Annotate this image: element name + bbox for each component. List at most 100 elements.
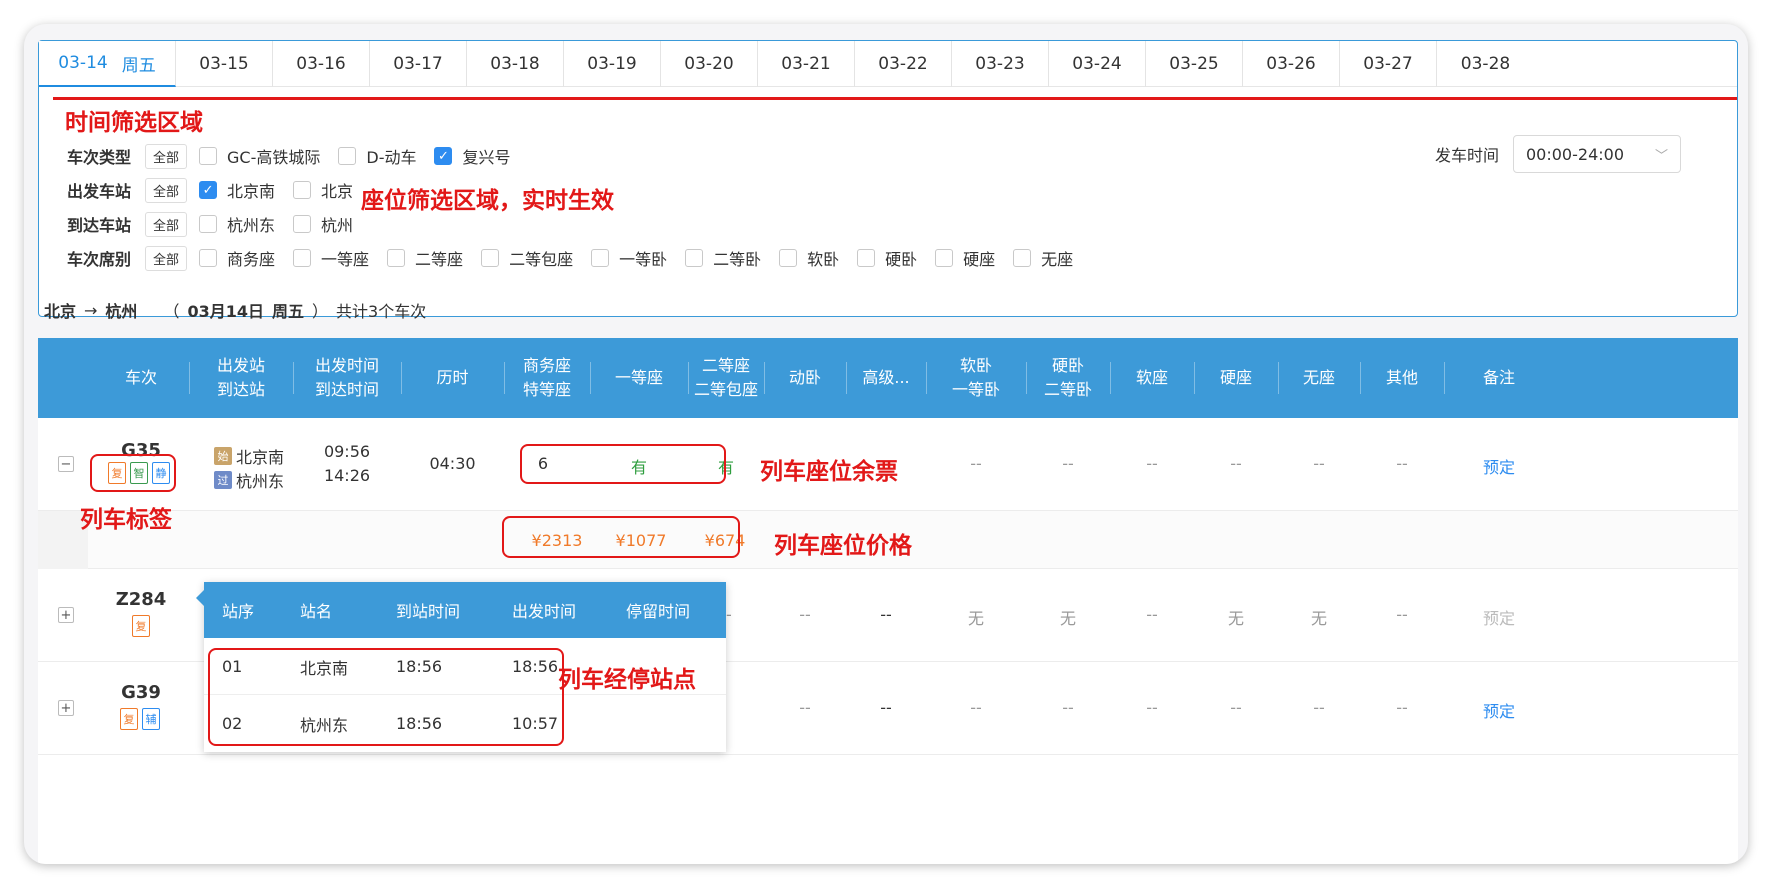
date-tab[interactable]: 03-15: [176, 41, 273, 87]
checkbox-checked[interactable]: ✓: [434, 147, 453, 165]
date-tab-active[interactable]: 03-14 周五: [39, 41, 176, 87]
checkbox[interactable]: [481, 249, 500, 267]
date-tab[interactable]: 03-20: [661, 41, 758, 87]
th-ruanzuo: 软座: [1135, 368, 1168, 387]
train-number[interactable]: Z284: [93, 589, 189, 610]
book-link[interactable]: 预定: [1444, 454, 1554, 478]
date-tab-date: 03-23: [975, 54, 1025, 74]
date-tab[interactable]: 03-16: [273, 41, 370, 87]
route-date-open: （: [163, 302, 180, 321]
th-ruanwo: 软卧 一等卧: [951, 356, 1000, 399]
annotation-stops: 列车经停站点: [558, 667, 696, 693]
collapse-toggle[interactable]: −: [58, 456, 74, 472]
date-tab[interactable]: 03-26: [1243, 41, 1340, 87]
date-tab[interactable]: 03-21: [758, 41, 855, 87]
date-tab-date: 03-16: [296, 54, 346, 74]
checkbox[interactable]: [591, 249, 610, 267]
route-total: 共计3个车次: [336, 302, 427, 321]
wuzuo: --: [1313, 698, 1325, 717]
train-number[interactable]: G39: [93, 682, 189, 703]
yingzuo: --: [1230, 698, 1242, 717]
checkbox-label: 硬卧: [885, 250, 918, 269]
ruanzuo: --: [1146, 454, 1158, 473]
th-yingzuo: 硬座: [1219, 368, 1252, 387]
checkbox[interactable]: [857, 249, 876, 267]
yingwo: 无: [1059, 609, 1076, 628]
train-badges: 复 辅: [118, 708, 162, 730]
route-weekday: 周五: [272, 302, 305, 321]
gaoji: --: [880, 605, 892, 624]
date-tab-weekday: 周五: [121, 55, 156, 76]
checkbox-label: 商务座: [227, 250, 276, 269]
checkbox[interactable]: [779, 249, 798, 267]
date-tab-date: 03-20: [684, 54, 734, 74]
annotation-box-price: [502, 516, 740, 558]
badge-fuxing: 复: [120, 708, 138, 730]
date-tab-date: 03-19: [587, 54, 637, 74]
dongwo: --: [799, 698, 811, 717]
date-tab-date: 03-21: [781, 54, 831, 74]
date-tab[interactable]: 03-24: [1049, 41, 1146, 87]
filter-label: 出发车站: [67, 182, 132, 201]
popup-th-stay: 停留时间: [626, 602, 691, 621]
checkbox-label: 复兴号: [462, 148, 511, 167]
badge-fuxing: 复: [132, 615, 150, 637]
filter-label: 车次席别: [67, 250, 132, 269]
checkbox[interactable]: [935, 249, 954, 267]
route-from: 北京: [44, 302, 77, 321]
checkbox[interactable]: [199, 147, 218, 165]
checkbox[interactable]: [293, 215, 312, 233]
duration: 04:30: [429, 454, 476, 473]
date-tab[interactable]: 03-25: [1146, 41, 1243, 87]
checkbox[interactable]: [293, 249, 312, 267]
checkbox-label: 杭州: [321, 216, 354, 235]
checkbox[interactable]: [293, 181, 312, 199]
all-button[interactable]: 全部: [145, 143, 188, 169]
date-tab[interactable]: 03-18: [467, 41, 564, 87]
from-station: 始 北京南: [214, 444, 284, 468]
checkbox[interactable]: [199, 215, 218, 233]
date-tab-date: 03-15: [199, 54, 249, 74]
date-tab[interactable]: 03-28: [1437, 41, 1534, 87]
book-link[interactable]: 预定: [1444, 698, 1554, 722]
annotation-box-stops: [208, 648, 564, 746]
all-button[interactable]: 全部: [145, 177, 188, 203]
checkbox[interactable]: [685, 249, 704, 267]
expand-toggle[interactable]: +: [58, 607, 74, 623]
filter-label: 车次类型: [67, 148, 132, 167]
depart-time-label: 发车时间: [1434, 146, 1499, 165]
date-tab[interactable]: 03-19: [564, 41, 661, 87]
date-tab[interactable]: 03-17: [370, 41, 467, 87]
date-tab[interactable]: 03-23: [952, 41, 1049, 87]
book-link-disabled[interactable]: 预定: [1444, 605, 1554, 629]
checkbox-label: 北京: [321, 182, 354, 201]
train-badges: 复: [130, 615, 152, 637]
checkbox-label: 二等座: [415, 250, 464, 269]
date-tab-date: 03-25: [1169, 54, 1219, 74]
popup-th-depart: 出发时间: [512, 602, 577, 621]
all-button[interactable]: 全部: [145, 245, 188, 271]
filter-row-from-station: 出发车站 全部 ✓ 北京南 北京: [67, 177, 371, 203]
checkbox[interactable]: [199, 249, 218, 267]
th-other: 其他: [1385, 368, 1418, 387]
filter-row-seat-class: 车次席别 全部 商务座 一等座 二等座 二等包座 一等卧 二等卧 软卧 硬卧 硬…: [67, 245, 1091, 271]
checkbox[interactable]: [1013, 249, 1032, 267]
date-tab[interactable]: 03-27: [1340, 41, 1437, 87]
checkbox-label: GC-高铁城际: [227, 148, 321, 167]
yingwo: --: [1062, 454, 1074, 473]
popup-arrow: [196, 590, 204, 606]
expand-toggle[interactable]: +: [58, 700, 74, 716]
gaoji: --: [880, 698, 892, 717]
annotation-underline: [53, 97, 1737, 100]
all-button[interactable]: 全部: [145, 211, 188, 237]
date-tab[interactable]: 03-22: [855, 41, 952, 87]
checkbox[interactable]: [387, 249, 406, 267]
th-dongwo: 动卧: [788, 368, 821, 387]
filter-row-train-type: 车次类型 全部 GC-高铁城际 D-动车 ✓ 复兴号: [67, 143, 529, 169]
date-tab-date: 03-26: [1266, 54, 1316, 74]
th-second: 二等座 二等包座: [693, 356, 758, 399]
date-tab-date: 03-27: [1363, 54, 1413, 74]
checkbox[interactable]: [338, 147, 357, 165]
depart-time-select[interactable]: 00:00-24:00 ﹀: [1513, 135, 1681, 173]
checkbox-checked[interactable]: ✓: [199, 181, 218, 199]
